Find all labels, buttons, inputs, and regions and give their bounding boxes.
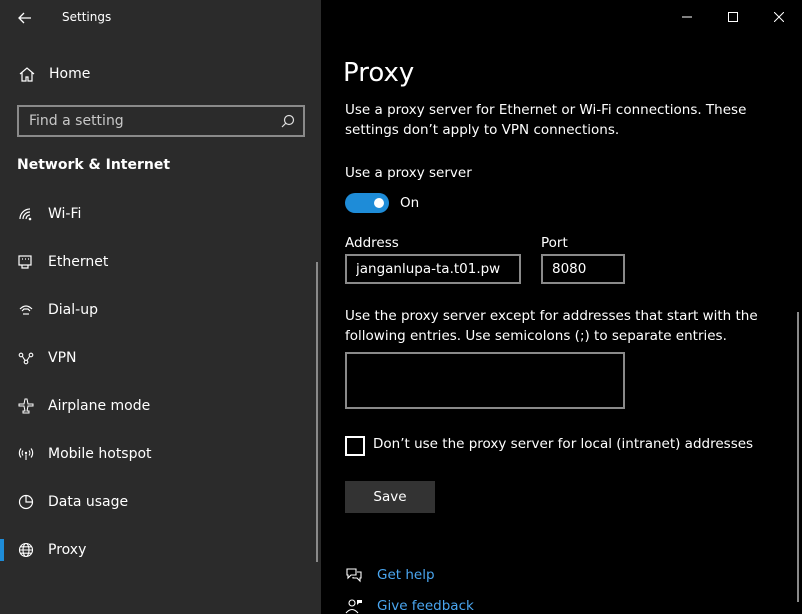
exceptions-description: Use the proxy server except for addresse…: [345, 308, 758, 344]
sidebar-item-label: Dial-up: [48, 302, 98, 318]
main-scrollbar[interactable]: [797, 312, 799, 602]
sidebar-item-airplane[interactable]: Airplane mode: [0, 386, 316, 426]
sidebar-item-proxy[interactable]: Proxy: [0, 530, 316, 570]
maximize-icon: [728, 12, 738, 22]
sidebar: Settings Home Network & Internet Wi-Fi E…: [0, 0, 321, 614]
close-button[interactable]: [756, 0, 802, 34]
dialup-icon: [17, 301, 35, 319]
sidebar-titlebar: Settings: [0, 0, 321, 36]
get-help-label: Get help: [377, 567, 435, 583]
exceptions-input[interactable]: [345, 352, 625, 409]
minimize-icon: [682, 16, 692, 18]
sidebar-item-label: VPN: [48, 350, 77, 366]
sidebar-item-label: Mobile hotspot: [48, 446, 152, 462]
search-icon[interactable]: [281, 113, 295, 132]
main-content: Proxy Use a proxy server for Ethernet or…: [321, 0, 802, 614]
sidebar-item-label: Wi-Fi: [48, 206, 82, 222]
give-feedback-label: Give feedback: [377, 598, 474, 614]
use-proxy-label: Use a proxy server: [345, 165, 472, 181]
toggle-knob: [374, 198, 384, 208]
data-usage-icon: [17, 493, 35, 511]
vpn-icon: [17, 349, 35, 367]
sidebar-scrollbar[interactable]: [316, 262, 318, 562]
home-label: Home: [49, 66, 91, 82]
back-arrow-icon: [18, 12, 31, 24]
ethernet-icon: [17, 253, 35, 271]
section-title: Network & Internet: [17, 157, 171, 173]
give-feedback-link[interactable]: Give feedback: [345, 598, 474, 614]
local-addresses-label: Don’t use the proxy server for local (in…: [373, 436, 754, 452]
wifi-icon: [17, 205, 35, 223]
port-input[interactable]: [541, 254, 625, 284]
local-addresses-checkbox[interactable]: [345, 436, 365, 456]
get-help-link[interactable]: Get help: [345, 567, 435, 583]
sidebar-item-dialup[interactable]: Dial-up: [0, 290, 316, 330]
sidebar-item-mobile-hotspot[interactable]: Mobile hotspot: [0, 434, 316, 474]
sidebar-item-label: Ethernet: [48, 254, 109, 270]
minimize-button[interactable]: [664, 0, 710, 34]
proxy-description: Use a proxy server for Ethernet or Wi-Fi…: [345, 102, 747, 138]
address-input[interactable]: [345, 254, 521, 284]
maximize-button[interactable]: [710, 0, 756, 34]
app-title: Settings: [62, 10, 112, 24]
address-label: Address: [345, 235, 399, 251]
sidebar-item-ethernet[interactable]: Ethernet: [0, 242, 316, 282]
use-proxy-toggle[interactable]: [345, 193, 389, 213]
sidebar-item-vpn[interactable]: VPN: [0, 338, 316, 378]
save-button[interactable]: Save: [345, 481, 435, 513]
help-chat-icon: [345, 567, 365, 583]
sidebar-item-label: Proxy: [48, 542, 87, 558]
sidebar-item-label: Data usage: [48, 494, 129, 510]
hotspot-icon: [17, 445, 35, 463]
back-button[interactable]: [10, 4, 40, 32]
home-nav-item[interactable]: Home: [0, 56, 321, 92]
globe-icon: [17, 541, 35, 559]
home-icon: [18, 66, 36, 82]
sidebar-item-wifi[interactable]: Wi-Fi: [0, 194, 316, 234]
airplane-icon: [17, 397, 35, 415]
window-controls: [664, 0, 802, 34]
port-label: Port: [541, 235, 568, 251]
close-icon: [774, 12, 784, 22]
feedback-person-icon: [345, 598, 365, 614]
page-title: Proxy: [343, 58, 415, 88]
sidebar-item-label: Airplane mode: [48, 398, 151, 414]
search-input[interactable]: [19, 113, 269, 129]
search-box[interactable]: [17, 105, 305, 137]
sidebar-item-data-usage[interactable]: Data usage: [0, 482, 316, 522]
toggle-state-text: On: [400, 195, 420, 211]
